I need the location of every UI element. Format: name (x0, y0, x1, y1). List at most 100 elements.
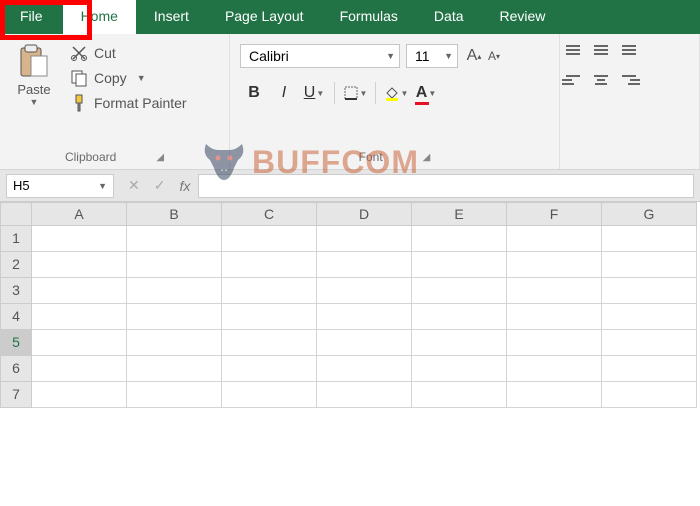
cell[interactable] (32, 304, 127, 330)
cell[interactable] (222, 382, 317, 408)
column-header[interactable]: A (32, 202, 127, 226)
row-header[interactable]: 7 (0, 382, 32, 408)
font-launcher-icon[interactable]: ◢ (423, 152, 431, 163)
cell[interactable] (602, 278, 697, 304)
formula-input[interactable] (198, 174, 694, 198)
cell[interactable] (507, 382, 602, 408)
row-header[interactable]: 3 (0, 278, 32, 304)
cell[interactable] (412, 304, 507, 330)
cell[interactable] (127, 330, 222, 356)
cell[interactable] (127, 252, 222, 278)
cell[interactable] (317, 330, 412, 356)
cell[interactable] (222, 226, 317, 252)
cell[interactable] (32, 278, 127, 304)
cell[interactable] (127, 382, 222, 408)
copy-button[interactable]: Copy ▼ (66, 67, 191, 89)
format-painter-button[interactable]: Format Painter (66, 92, 191, 114)
increase-font-button[interactable]: A▴ (464, 44, 484, 68)
cell[interactable] (317, 304, 412, 330)
row-header[interactable]: 5 (0, 330, 32, 356)
cell[interactable] (507, 356, 602, 382)
cell[interactable] (412, 356, 507, 382)
cell[interactable] (507, 330, 602, 356)
font-size-select[interactable]: 11 ▼ (406, 44, 458, 68)
paste-dropdown-icon[interactable]: ▼ (30, 97, 39, 107)
decrease-font-button[interactable]: A▾ (484, 44, 504, 68)
cell[interactable] (412, 226, 507, 252)
cell[interactable] (222, 252, 317, 278)
clipboard-launcher-icon[interactable]: ◢ (156, 152, 164, 163)
tab-insert[interactable]: Insert (136, 0, 207, 34)
cell[interactable] (602, 356, 697, 382)
cell[interactable] (127, 226, 222, 252)
align-middle-button[interactable] (590, 40, 612, 60)
tab-data[interactable]: Data (416, 0, 482, 34)
cancel-button[interactable]: ✕ (128, 177, 140, 194)
enter-button[interactable]: ✓ (154, 177, 166, 194)
cell[interactable] (412, 382, 507, 408)
column-header[interactable]: B (127, 202, 222, 226)
cell[interactable] (602, 226, 697, 252)
cell[interactable] (507, 278, 602, 304)
cell[interactable] (127, 356, 222, 382)
cell[interactable] (32, 382, 127, 408)
insert-function-button[interactable]: fx (179, 178, 190, 194)
select-all-button[interactable] (0, 202, 32, 226)
align-right-button[interactable] (618, 70, 640, 90)
cell[interactable] (412, 330, 507, 356)
cell[interactable] (222, 304, 317, 330)
cell[interactable] (602, 252, 697, 278)
row-header[interactable]: 4 (0, 304, 32, 330)
copy-dropdown-icon[interactable]: ▼ (137, 73, 146, 83)
cell[interactable] (602, 382, 697, 408)
cell[interactable] (127, 278, 222, 304)
column-header[interactable]: C (222, 202, 317, 226)
cell[interactable] (222, 356, 317, 382)
cell[interactable] (507, 226, 602, 252)
align-bottom-button[interactable] (618, 40, 640, 60)
row-header[interactable]: 6 (0, 356, 32, 382)
align-center-button[interactable] (590, 70, 612, 90)
font-family-select[interactable]: Calibri ▼ (240, 44, 400, 68)
cell[interactable] (507, 304, 602, 330)
tab-home[interactable]: Home (63, 0, 136, 34)
column-header[interactable]: F (507, 202, 602, 226)
cell[interactable] (32, 252, 127, 278)
cell[interactable] (32, 330, 127, 356)
paste-button[interactable]: Paste ▼ (6, 38, 62, 114)
row-header[interactable]: 2 (0, 252, 32, 278)
cell[interactable] (317, 382, 412, 408)
cell[interactable] (32, 226, 127, 252)
cell[interactable] (32, 356, 127, 382)
align-left-button[interactable] (562, 70, 584, 90)
tab-page-layout[interactable]: Page Layout (207, 0, 322, 34)
italic-button[interactable]: I (270, 80, 298, 106)
column-header[interactable]: E (412, 202, 507, 226)
row-header[interactable]: 1 (0, 226, 32, 252)
cell[interactable] (317, 356, 412, 382)
cell[interactable] (602, 304, 697, 330)
column-header[interactable]: G (602, 202, 697, 226)
cell[interactable] (602, 330, 697, 356)
font-color-button[interactable]: A▼ (412, 80, 440, 106)
cell[interactable] (507, 252, 602, 278)
cell[interactable] (317, 278, 412, 304)
align-top-button[interactable] (562, 40, 584, 60)
underline-button[interactable]: U▼ (300, 80, 328, 106)
cell[interactable] (222, 330, 317, 356)
name-box[interactable]: H5 ▼ (6, 174, 114, 198)
column-header[interactable]: D (317, 202, 412, 226)
cell[interactable] (317, 226, 412, 252)
cell[interactable] (412, 278, 507, 304)
tab-file[interactable]: File (0, 0, 63, 34)
cut-button[interactable]: Cut (66, 42, 191, 64)
cell[interactable] (317, 252, 412, 278)
border-button[interactable]: ▼ (341, 80, 369, 106)
fill-color-button[interactable]: ▼ (382, 80, 410, 106)
cell[interactable] (127, 304, 222, 330)
tab-formulas[interactable]: Formulas (322, 0, 416, 34)
tab-review[interactable]: Review (482, 0, 564, 34)
cell[interactable] (222, 278, 317, 304)
bold-button[interactable]: B (240, 80, 268, 106)
cell[interactable] (412, 252, 507, 278)
